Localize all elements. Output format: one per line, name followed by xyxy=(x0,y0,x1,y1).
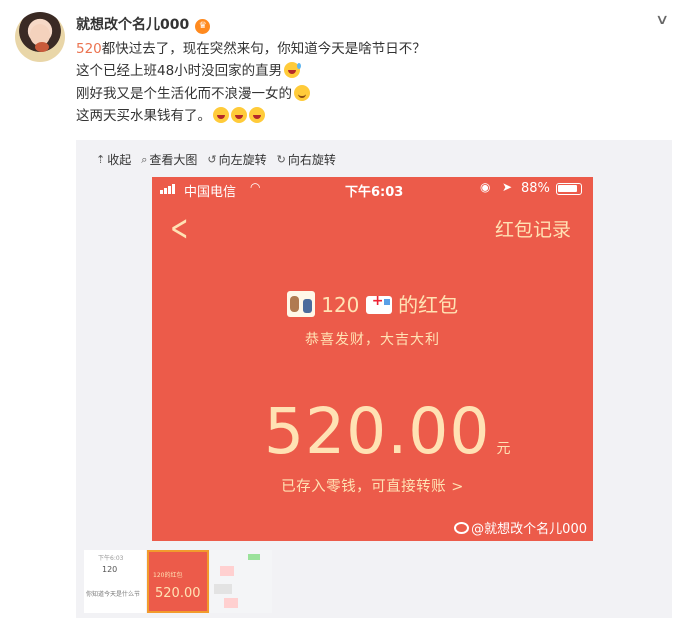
carrier-label: 中国电信 xyxy=(184,185,237,200)
amount-unit: 元 xyxy=(496,441,511,457)
weibo-logo-icon xyxy=(454,521,470,534)
battery-percent: 88% xyxy=(521,181,550,196)
laugh-emoji-icon xyxy=(213,106,229,123)
rotate-left-icon: ↺ xyxy=(207,153,217,166)
rotate-left-button[interactable]: ↺ 向左旋转 xyxy=(207,151,266,168)
deposit-note: 已存入零钱，可直接转账 > xyxy=(281,479,464,495)
red-packet-screenshot[interactable]: 中国电信 ◠ 下午6:03 ◉ ➤ 88% < 红包记录 120 的红包 恭喜发… xyxy=(152,177,593,541)
collapse-button[interactable]: ⇡ 收起 xyxy=(96,151,131,168)
phone-status-bar: 中国电信 ◠ 下午6:03 ◉ ➤ 88% xyxy=(152,177,593,201)
thumbnail-strip: 下午6:03 120 你知道今天是什么节 120的红包 520.00 xyxy=(84,550,272,613)
rotate-right-button[interactable]: ↻ 向右旋转 xyxy=(277,151,336,168)
weibo-watermark: @就想改个名儿000 xyxy=(454,518,587,537)
battery-icon xyxy=(556,183,582,195)
rotate-right-icon: ↻ xyxy=(276,153,286,166)
post-line-3: 刚好我又是个生活化而不浪漫一女的 xyxy=(76,83,426,105)
ambulance-emoji-icon xyxy=(365,293,392,314)
chevron-down-icon[interactable]: ∨ xyxy=(655,12,669,28)
username[interactable]: 就想改个名儿000 ♛ xyxy=(76,14,211,34)
rotation-lock-icon: ◉ xyxy=(480,180,491,194)
view-large-button[interactable]: ⌕ 查看大图 xyxy=(141,151,197,168)
status-time: 下午6:03 xyxy=(345,185,404,200)
thumbnail-1[interactable]: 下午6:03 120 你知道今天是什么节 xyxy=(84,550,146,613)
hashtag-link[interactable]: 520 xyxy=(76,41,102,57)
amount-row: 520.00 元 xyxy=(264,395,510,468)
image-toolbar: ⇡ 收起 ⌕ 查看大图 ↺ 向左旋转 ↻ 向右旋转 xyxy=(96,151,336,168)
amount-value: 520.00 xyxy=(264,395,491,468)
smile-emoji-icon xyxy=(294,84,310,101)
red-packet-records-link: 红包记录 xyxy=(494,219,571,241)
magnifier-icon: ⌕ xyxy=(141,152,148,166)
thumbnail-3[interactable] xyxy=(210,550,272,613)
back-arrow-icon: < xyxy=(170,209,189,250)
user-avatar[interactable] xyxy=(15,12,65,62)
post-line-1: 520都快过去了，现在突然来句，你知道今天是啥节日不？ xyxy=(76,41,426,57)
collapse-icon: ⇡ xyxy=(96,153,106,166)
laugh-emoji-icon xyxy=(231,106,247,123)
crown-badge-icon: ♛ xyxy=(195,19,211,34)
avatar-hand xyxy=(35,42,49,52)
sweat-laugh-emoji-icon xyxy=(284,62,302,79)
location-icon: ➤ xyxy=(502,180,513,194)
sender-name: 120 xyxy=(321,293,360,317)
signal-icon xyxy=(160,184,175,194)
sender-row: 120 的红包 xyxy=(152,289,593,318)
post-line-4: 这两天买水果钱有了。 xyxy=(76,105,426,127)
username-text[interactable]: 就想改个名儿000 xyxy=(76,17,189,33)
wifi-icon: ◠ xyxy=(250,180,261,194)
post-line-2: 这个已经上班48小时没回家的直男 xyxy=(76,60,426,82)
laugh-emoji-icon xyxy=(249,106,265,123)
sender-suffix: 的红包 xyxy=(398,293,459,317)
thumbnail-2-selected[interactable]: 120的红包 520.00 xyxy=(147,550,209,613)
post-text: 520都快过去了，现在突然来句，你知道今天是啥节日不？ 这个已经上班48小时没回… xyxy=(76,38,426,127)
sender-avatar-icon xyxy=(286,291,315,317)
blessing-text: 恭喜发财，大吉大利 xyxy=(305,332,440,348)
